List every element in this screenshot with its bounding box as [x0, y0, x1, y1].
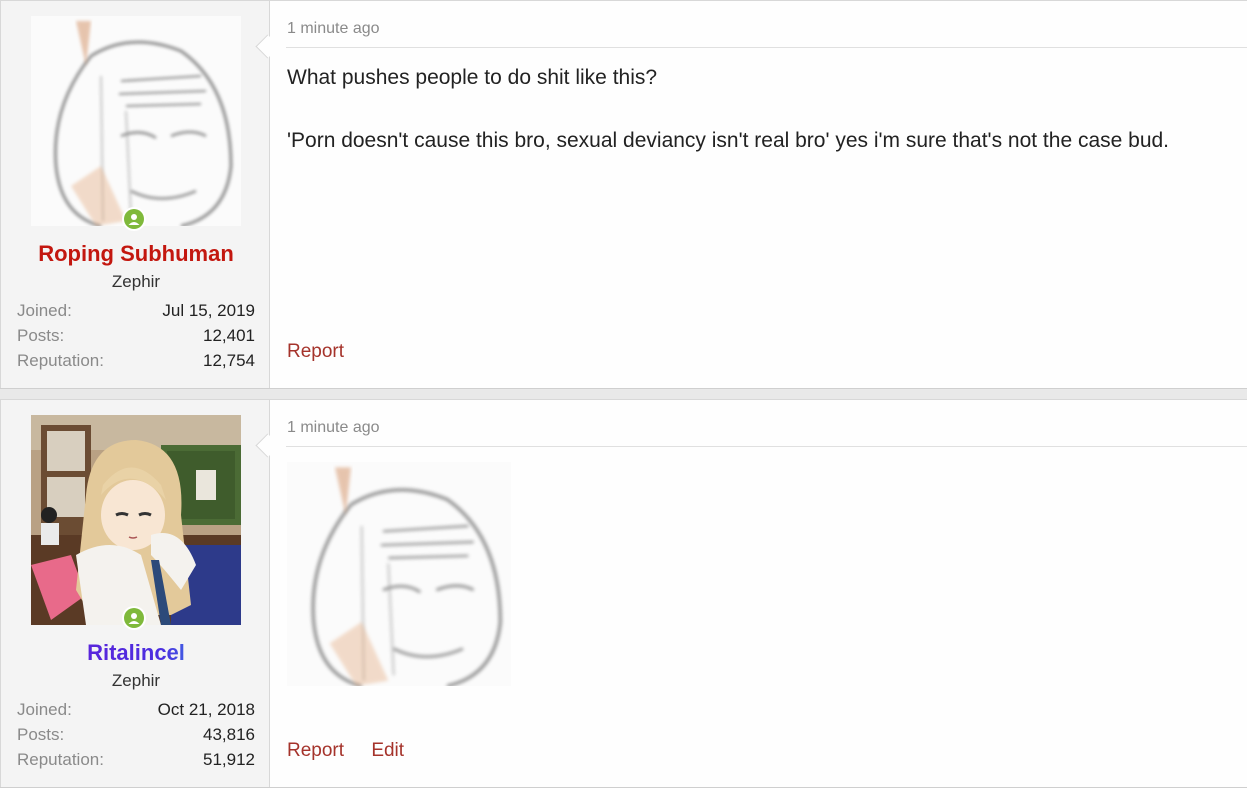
user-info-panel: Roping Subhuman Zephir Joined: Jul 15, 2… — [0, 1, 270, 388]
edit-link[interactable]: Edit — [371, 740, 404, 761]
post: Roping Subhuman Zephir Joined: Jul 15, 2… — [0, 0, 1247, 389]
stat-label: Joined: — [17, 301, 72, 320]
message-line: 'Porn doesn't cause this bro, sexual dev… — [287, 129, 1170, 152]
stat-value: Jul 15, 2019 — [162, 301, 255, 320]
stat-label: Reputation: — [17, 750, 104, 769]
embedded-image[interactable] — [287, 462, 511, 688]
post-message: What pushes people to do shit like this?… — [287, 66, 1169, 153]
stat-label: Posts: — [17, 326, 65, 345]
message-line: What pushes people to do shit like this? — [287, 66, 658, 89]
post-time[interactable]: 1 minute ago — [287, 419, 380, 437]
stat-posts: Posts: 12,401 — [17, 325, 255, 350]
user-title: Zephir — [111, 272, 161, 291]
stat-value: 51,912 — [203, 750, 255, 769]
user-title: Zephir — [111, 671, 161, 690]
stat-value: 12,754 — [203, 351, 255, 370]
stat-posts: Posts: 43,816 — [17, 724, 255, 749]
stat-value: 12,401 — [203, 326, 255, 345]
post: Ritalincel Zephir Joined: Oct 21, 2018 P… — [0, 399, 1247, 788]
sketch-face-avatar — [31, 16, 241, 226]
stat-reputation: Reputation: 51,912 — [17, 749, 255, 774]
divider — [286, 47, 1247, 48]
anime-girl-avatar — [31, 415, 241, 625]
username[interactable]: Roping Subhuman — [1, 241, 271, 267]
user-stats: Joined: Jul 15, 2019 Posts: 12,401 Reput… — [17, 300, 255, 375]
stat-value: Oct 21, 2018 — [157, 700, 255, 719]
online-status-icon — [122, 606, 146, 630]
user-stats: Joined: Oct 21, 2018 Posts: 43,816 Reput… — [17, 699, 255, 774]
username[interactable]: Ritalincel — [1, 640, 271, 666]
report-link[interactable]: Report — [287, 740, 344, 761]
report-link[interactable]: Report — [287, 341, 344, 362]
post-actions: Report — [287, 341, 366, 363]
post-actions: Report Edit — [287, 740, 426, 762]
stat-reputation: Reputation: 12,754 — [17, 350, 255, 375]
online-status-icon — [122, 207, 146, 231]
user-avatar[interactable] — [31, 415, 241, 625]
divider — [286, 446, 1247, 447]
user-info-panel: Ritalincel Zephir Joined: Oct 21, 2018 P… — [0, 400, 270, 787]
stat-joined: Joined: Jul 15, 2019 — [17, 300, 255, 325]
post-time[interactable]: 1 minute ago — [287, 20, 380, 38]
stat-joined: Joined: Oct 21, 2018 — [17, 699, 255, 724]
stat-label: Joined: — [17, 700, 72, 719]
stat-label: Reputation: — [17, 351, 104, 370]
stat-label: Posts: — [17, 725, 65, 744]
user-avatar[interactable] — [31, 16, 241, 226]
sketch-face-image — [287, 462, 511, 688]
stat-value: 43,816 — [203, 725, 255, 744]
